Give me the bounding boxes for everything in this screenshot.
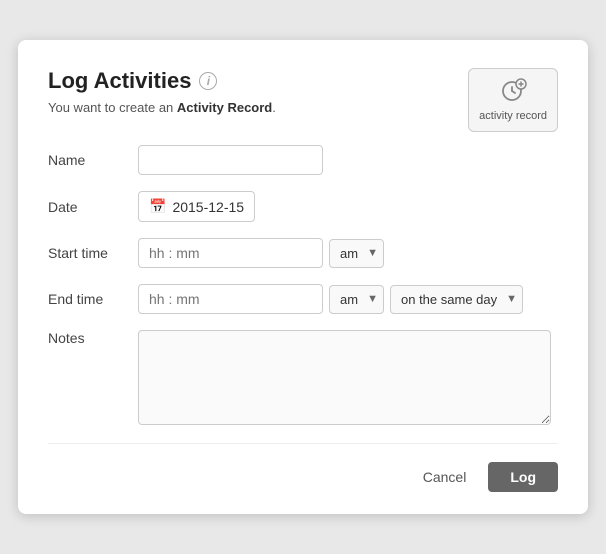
cancel-button[interactable]: Cancel xyxy=(413,463,477,491)
name-row: Name xyxy=(48,145,558,175)
end-time-controls: am pm ▼ on the same day next day ▼ xyxy=(138,284,523,314)
name-label: Name xyxy=(48,152,138,168)
date-field[interactable]: 📅 2015-12-15 xyxy=(138,191,255,222)
dialog-title: Log Activities i xyxy=(48,68,276,94)
notes-label: Notes xyxy=(48,330,138,346)
notes-textarea[interactable] xyxy=(138,330,551,425)
end-time-input[interactable] xyxy=(138,284,323,314)
start-ampm-wrapper: am pm ▼ xyxy=(329,239,384,268)
log-activities-dialog: Log Activities i You want to create an A… xyxy=(18,40,588,514)
start-ampm-select[interactable]: am pm xyxy=(329,239,384,268)
subtitle-prefix: You want to create an xyxy=(48,100,177,115)
dialog-footer: Cancel Log xyxy=(48,462,558,492)
calendar-icon: 📅 xyxy=(149,198,166,215)
start-time-label: Start time xyxy=(48,245,138,261)
info-icon[interactable]: i xyxy=(199,72,217,90)
activity-record-button[interactable]: activity record xyxy=(468,68,558,132)
log-button[interactable]: Log xyxy=(488,462,558,492)
activity-record-label: activity record xyxy=(479,109,547,123)
date-value: 2015-12-15 xyxy=(172,199,244,215)
title-text: Log Activities xyxy=(48,68,191,94)
start-time-input[interactable] xyxy=(138,238,323,268)
date-row: Date 📅 2015-12-15 xyxy=(48,191,558,222)
end-time-row: End time am pm ▼ on the same day next da… xyxy=(48,284,558,314)
subtitle-suffix: . xyxy=(272,100,276,115)
same-day-wrapper: on the same day next day ▼ xyxy=(390,285,523,314)
date-label: Date xyxy=(48,199,138,215)
same-day-select[interactable]: on the same day next day xyxy=(390,285,523,314)
notes-row: Notes xyxy=(48,330,558,425)
start-time-controls: am pm ▼ xyxy=(138,238,384,268)
date-controls: 📅 2015-12-15 xyxy=(138,191,255,222)
notes-controls xyxy=(138,330,551,425)
subtitle-bold: Activity Record xyxy=(177,100,272,115)
name-controls xyxy=(138,145,323,175)
end-ampm-select[interactable]: am pm xyxy=(329,285,384,314)
footer-divider xyxy=(48,443,558,444)
subtitle: You want to create an Activity Record. xyxy=(48,100,276,115)
activity-record-icon xyxy=(499,77,527,105)
name-input[interactable] xyxy=(138,145,323,175)
dialog-header: Log Activities i You want to create an A… xyxy=(48,68,558,135)
start-time-row: Start time am pm ▼ xyxy=(48,238,558,268)
end-time-label: End time xyxy=(48,291,138,307)
end-ampm-wrapper: am pm ▼ xyxy=(329,285,384,314)
